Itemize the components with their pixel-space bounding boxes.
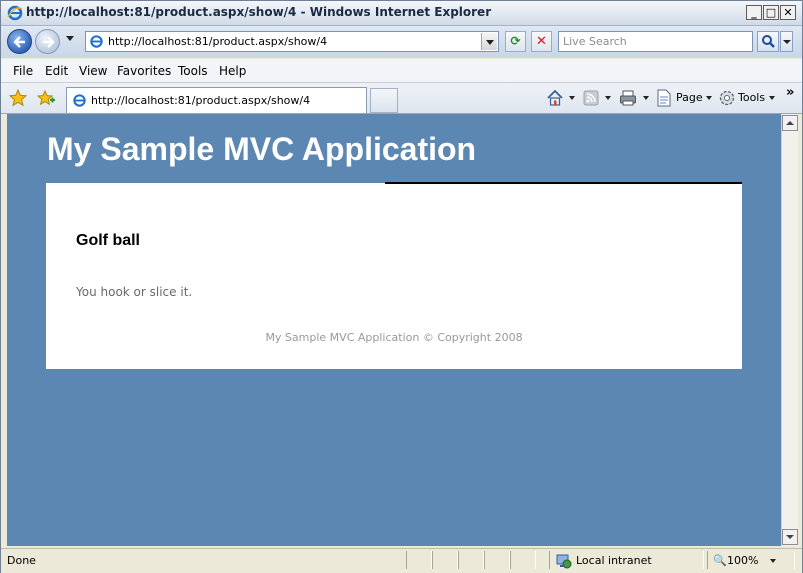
add-favorites-icon[interactable] bbox=[37, 89, 55, 107]
menu-view[interactable]: View bbox=[79, 64, 107, 78]
search-icon bbox=[762, 35, 775, 48]
product-description: You hook or slice it. bbox=[76, 285, 193, 299]
address-dropdown[interactable] bbox=[481, 33, 497, 50]
title-bar: http://localhost:81/product.aspx/show/4 … bbox=[1, 1, 802, 26]
main-content-panel: Golf ball You hook or slice it. My Sampl… bbox=[46, 183, 742, 369]
search-button[interactable] bbox=[757, 31, 779, 52]
status-pane bbox=[458, 551, 484, 569]
status-pane bbox=[510, 551, 536, 569]
status-bar: Done Local intranet 🔍 100% bbox=[1, 548, 802, 573]
vertical-scrollbar[interactable] bbox=[781, 114, 798, 546]
site-title: My Sample MVC Application bbox=[47, 131, 477, 167]
forward-arrow-icon bbox=[43, 36, 55, 48]
new-tab-button[interactable] bbox=[370, 88, 398, 113]
scroll-down-button[interactable] bbox=[782, 529, 798, 545]
menu-container-rule bbox=[385, 182, 742, 184]
feeds-dropdown[interactable] bbox=[605, 96, 611, 100]
status-pane bbox=[406, 551, 432, 569]
home-dropdown[interactable] bbox=[569, 96, 575, 100]
status-pane bbox=[484, 551, 510, 569]
zoom-level[interactable]: 100% bbox=[727, 554, 758, 567]
print-icon[interactable] bbox=[619, 89, 637, 107]
menu-help[interactable]: Help bbox=[219, 64, 246, 78]
menu-file[interactable]: File bbox=[13, 64, 33, 78]
page-menu-dropdown-icon bbox=[706, 96, 713, 100]
maximize-button[interactable]: □ bbox=[763, 5, 779, 20]
zoom-icon: 🔍 bbox=[713, 554, 727, 567]
menu-bar: File Edit View Favorites Tools Help bbox=[1, 59, 802, 83]
page-icon bbox=[657, 89, 671, 107]
refresh-button[interactable]: ⟳ bbox=[505, 31, 526, 52]
ie-logo-icon bbox=[7, 5, 23, 21]
minimize-button[interactable]: _ bbox=[746, 5, 762, 20]
stop-button[interactable]: ✕ bbox=[531, 31, 552, 52]
command-bar: http://localhost:81/product.aspx/show/4 … bbox=[1, 83, 802, 114]
page-menu-button[interactable]: Page bbox=[676, 91, 713, 104]
status-text: Done bbox=[7, 554, 36, 567]
tab-label: http://localhost:81/product.aspx/show/4 bbox=[91, 94, 311, 107]
tools-menu-label: Tools bbox=[738, 91, 766, 104]
browser-window: http://localhost:81/product.aspx/show/4 … bbox=[0, 0, 803, 573]
ie-page-icon bbox=[90, 35, 103, 48]
back-button[interactable] bbox=[7, 29, 32, 54]
address-url[interactable]: http://localhost:81/product.aspx/show/4 bbox=[108, 35, 327, 48]
recent-pages-dropdown[interactable] bbox=[66, 36, 74, 41]
page-viewport: My Sample MVC Application Golf ball You … bbox=[7, 114, 781, 546]
status-pane bbox=[432, 551, 458, 569]
security-zone-label: Local intranet bbox=[576, 554, 652, 567]
menu-edit[interactable]: Edit bbox=[45, 64, 68, 78]
scroll-up-button[interactable] bbox=[782, 115, 798, 131]
print-dropdown[interactable] bbox=[643, 96, 649, 100]
page-menu-label: Page bbox=[676, 91, 703, 104]
page-footer: My Sample MVC Application © Copyright 20… bbox=[265, 331, 523, 344]
tools-menu-button[interactable]: Tools bbox=[738, 91, 775, 104]
more-commands-chevron[interactable]: » bbox=[786, 85, 794, 100]
tools-menu-dropdown-icon bbox=[768, 96, 775, 100]
zoom-dropdown-icon[interactable] bbox=[770, 559, 776, 563]
ie-tab-icon bbox=[73, 94, 86, 107]
menu-tools[interactable]: Tools bbox=[178, 64, 208, 78]
search-options-dropdown[interactable] bbox=[780, 31, 793, 52]
gear-icon bbox=[719, 90, 735, 106]
forward-button[interactable] bbox=[35, 29, 60, 54]
home-icon[interactable] bbox=[546, 89, 564, 107]
tab-current-page[interactable]: http://localhost:81/product.aspx/show/4 bbox=[66, 87, 367, 113]
menu-favorites[interactable]: Favorites bbox=[117, 64, 171, 78]
zone-globe-icon bbox=[556, 554, 572, 569]
feeds-icon[interactable] bbox=[583, 90, 599, 106]
window-title: http://localhost:81/product.aspx/show/4 … bbox=[26, 5, 492, 19]
refresh-icon: ⟳ bbox=[510, 34, 521, 48]
product-name-heading: Golf ball bbox=[76, 232, 140, 249]
address-bar[interactable]: http://localhost:81/product.aspx/show/4 bbox=[85, 31, 499, 52]
favorites-star-icon[interactable] bbox=[9, 89, 27, 107]
stop-icon: ✕ bbox=[536, 34, 547, 49]
close-button[interactable]: ✕ bbox=[780, 5, 796, 20]
search-input[interactable] bbox=[558, 31, 753, 52]
back-arrow-icon bbox=[13, 36, 25, 48]
address-row: http://localhost:81/product.aspx/show/4 … bbox=[1, 26, 802, 58]
